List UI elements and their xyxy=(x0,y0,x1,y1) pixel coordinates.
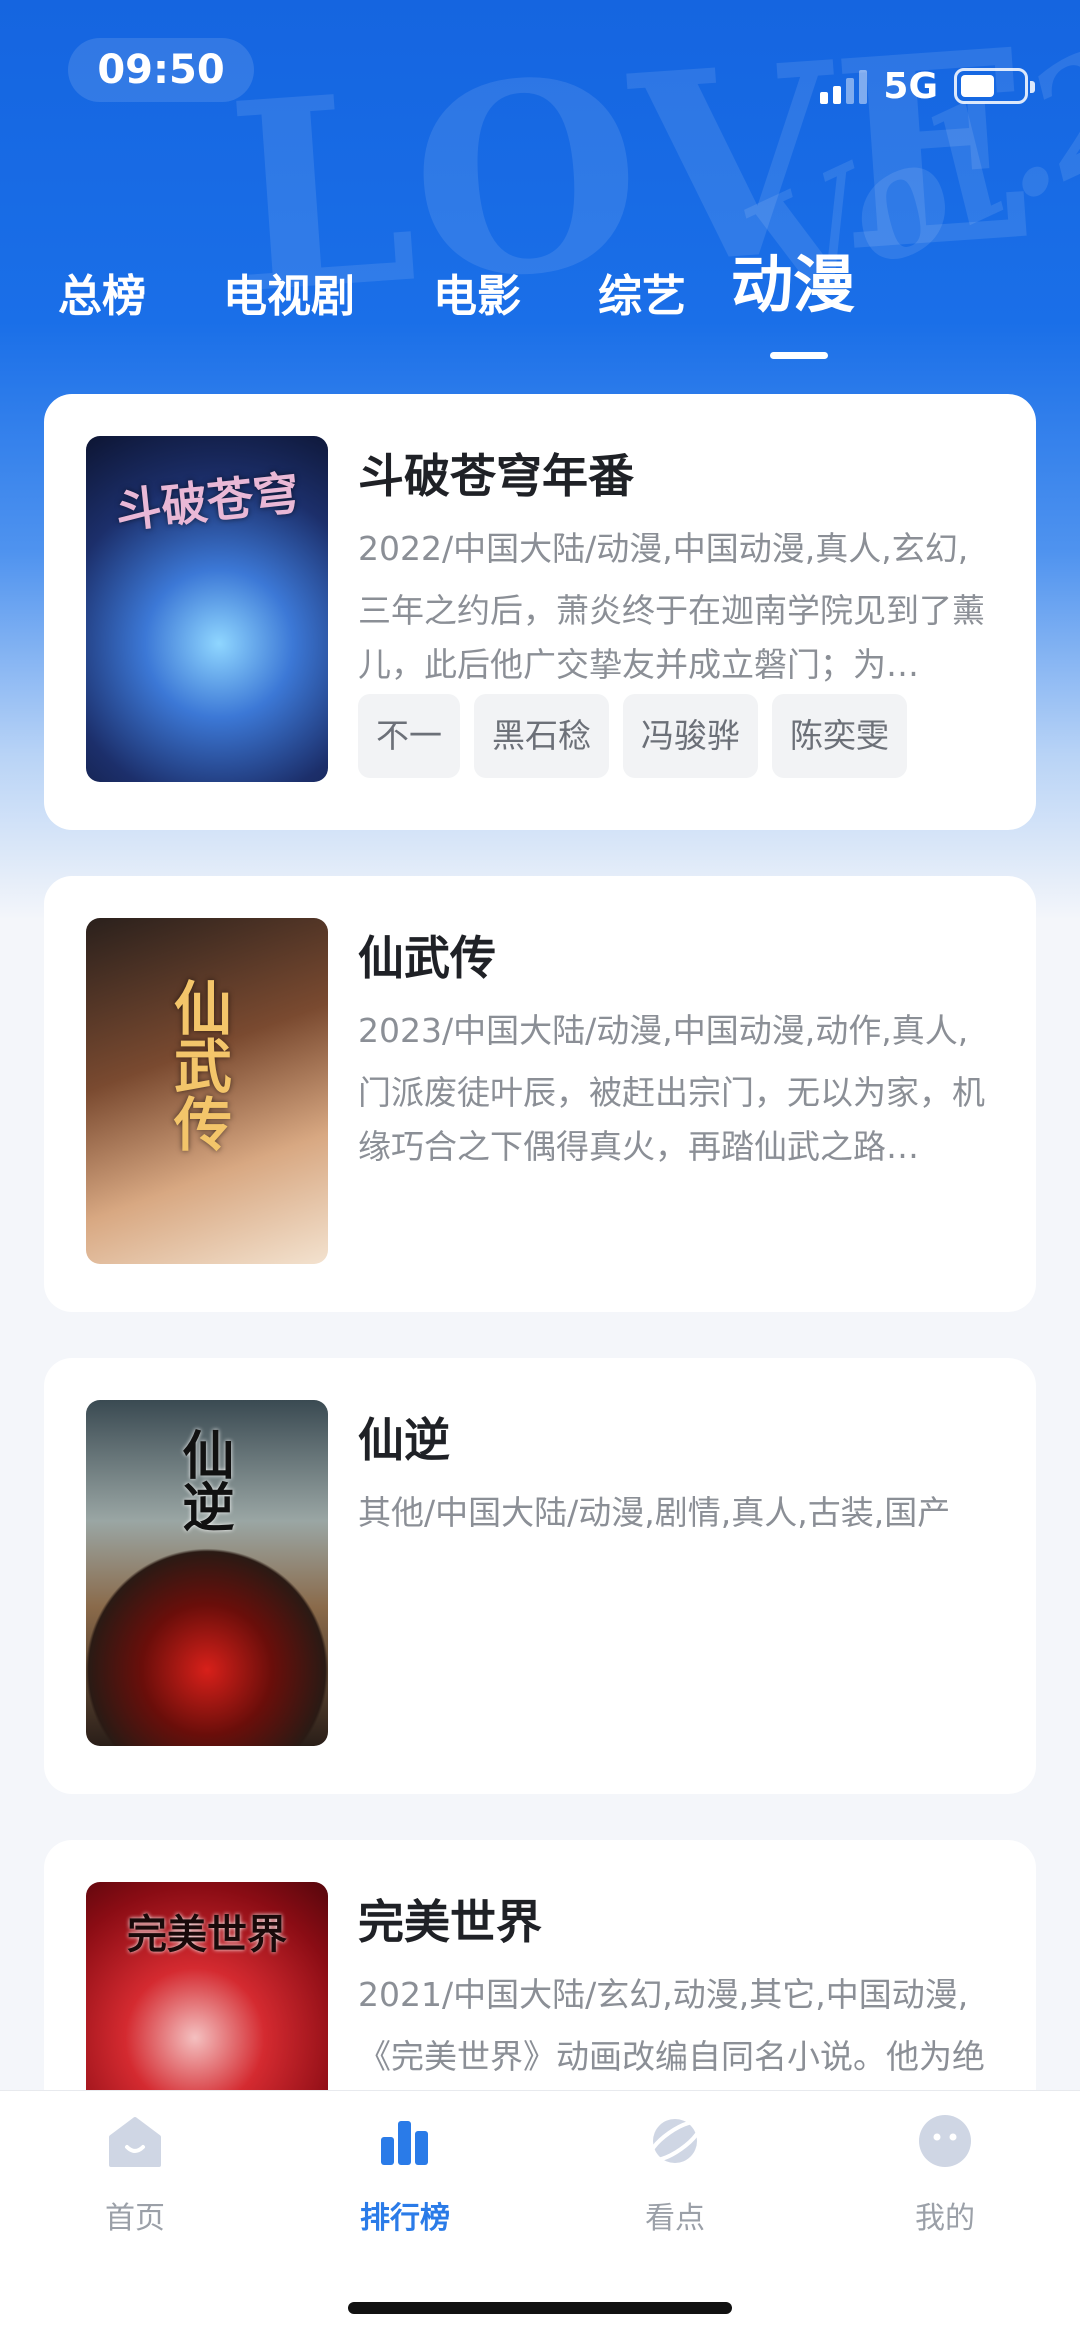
cast-tag[interactable]: 陈奕雯 xyxy=(772,694,907,778)
planet-icon xyxy=(645,2111,705,2171)
tab-movie[interactable]: 电影 xyxy=(433,260,521,324)
nav-label: 排行榜 xyxy=(360,2201,450,2236)
card-description: 门派废徒叶辰，被赶出宗门，无以为家，机缘巧合之下偶得真火，再踏仙武之路… xyxy=(358,1073,985,1166)
nav-label: 看点 xyxy=(645,2201,705,2236)
poster-title-art: 完美世界 xyxy=(127,1911,287,1958)
card-title: 斗破苍穹年番 xyxy=(358,449,634,503)
cast-tag[interactable]: 黑石稔 xyxy=(474,694,609,778)
card-meta: 2023/中国大陆/动漫,中国动漫,动作,真人, xyxy=(358,1011,969,1050)
card-title: 仙武传 xyxy=(358,931,496,985)
card-meta: 其他/中国大陆/动漫,剧情,真人,古装,国产 xyxy=(358,1493,951,1532)
battery-level xyxy=(961,75,994,97)
card-description: 三年之约后，萧炎终于在迦南学院见到了薰儿，此后他广交挚友并成立磐门；为… xyxy=(358,591,985,684)
poster-image: 仙武传 xyxy=(86,918,328,1264)
card-meta: 2022/中国大陆/动漫,中国动漫,真人,玄幻, xyxy=(358,529,969,568)
network-type: 5G xyxy=(883,65,938,107)
smiley-icon xyxy=(915,2111,975,2171)
tab-anime[interactable]: 动漫 xyxy=(731,234,855,324)
poster-image: 斗破苍穹 xyxy=(86,436,328,782)
poster-title-art: 斗破苍穹 xyxy=(112,465,302,539)
nav-label: 首页 xyxy=(105,2201,165,2236)
nav-label: 我的 xyxy=(915,2201,975,2236)
card-title: 仙逆 xyxy=(358,1413,450,1467)
active-tab-indicator xyxy=(770,352,828,359)
poster-title-art: 仙逆 xyxy=(173,1428,234,1532)
cast-tag[interactable]: 冯骏骅 xyxy=(623,694,758,778)
status-icons: 5G xyxy=(820,62,1035,110)
nav-rankings[interactable]: 排行榜 xyxy=(325,2111,485,2237)
ranking-card[interactable]: 仙逆 仙逆 其他/中国大陆/动漫,剧情,真人,古装,国产 xyxy=(44,1358,1036,1794)
nav-home[interactable]: 首页 xyxy=(55,2111,215,2237)
cast-tag[interactable]: 不一 xyxy=(358,694,460,778)
nav-highlights[interactable]: 看点 xyxy=(595,2111,755,2237)
poster-image: 仙逆 xyxy=(86,1400,328,1746)
tab-overall[interactable]: 总榜 xyxy=(58,260,146,324)
signal-icon xyxy=(820,68,868,104)
poster-title-art: 仙武传 xyxy=(164,978,232,1152)
nav-profile[interactable]: 我的 xyxy=(865,2111,1025,2237)
cast-tags: 不一 黑石稔 冯骏骅 陈奕雯 xyxy=(358,694,907,778)
category-tabs: 总榜 电视剧 电影 综艺 动漫 xyxy=(58,248,1022,360)
home-indicator xyxy=(348,2302,732,2314)
status-time: 09:50 xyxy=(68,38,254,102)
chart-bar-icon xyxy=(375,2111,435,2171)
tab-variety[interactable]: 综艺 xyxy=(598,260,686,324)
ranking-card[interactable]: 斗破苍穹 斗破苍穹年番 2022/中国大陆/动漫,中国动漫,真人,玄幻, 三年之… xyxy=(44,394,1036,830)
card-title: 完美世界 xyxy=(358,1895,542,1949)
card-meta: 2021/中国大陆/玄幻,动漫,其它,中国动漫, xyxy=(358,1975,969,2014)
ranking-card[interactable]: 仙武传 仙武传 2023/中国大陆/动漫,中国动漫,动作,真人, 门派废徒叶辰，… xyxy=(44,876,1036,1312)
battery-icon xyxy=(954,68,1035,104)
home-icon xyxy=(105,2111,165,2171)
tab-tv-series[interactable]: 电视剧 xyxy=(223,260,355,324)
